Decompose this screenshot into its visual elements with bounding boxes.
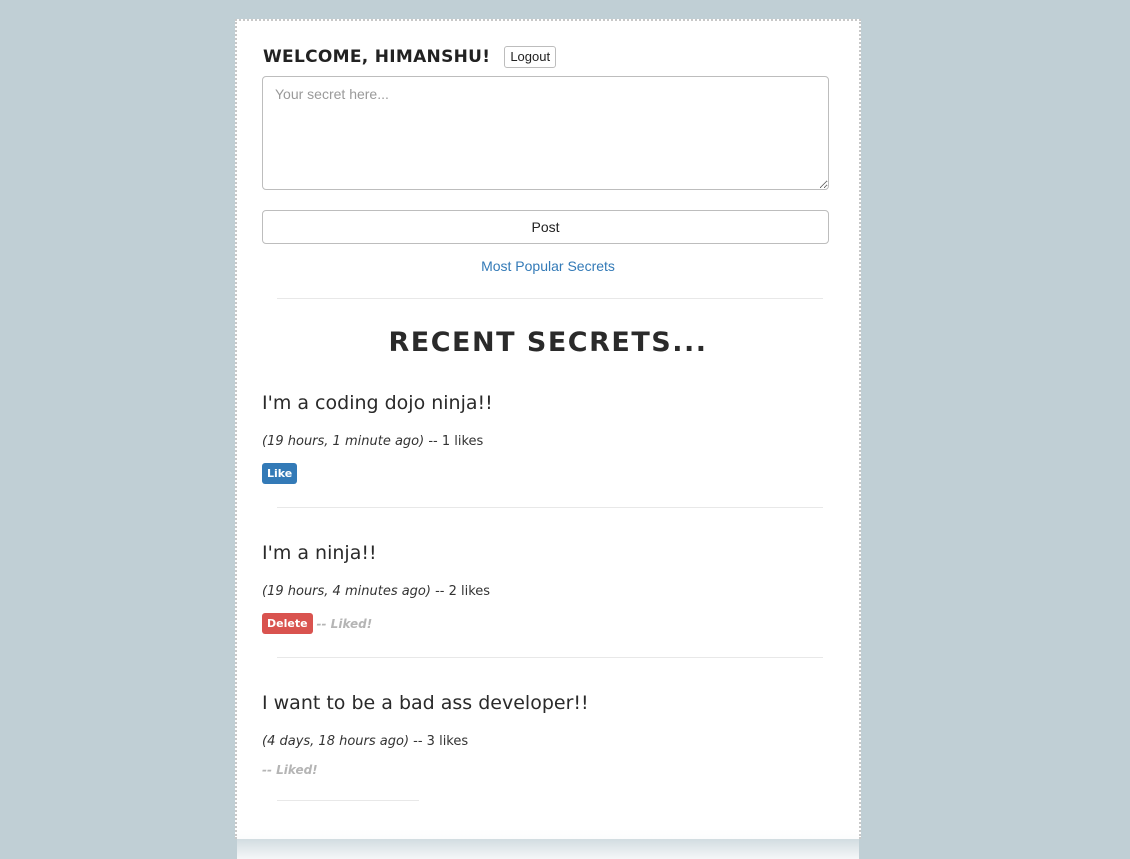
secret-timestamp: (19 hours, 4 minutes ago) xyxy=(262,584,431,599)
secret-actions: -- Liked! xyxy=(262,763,318,777)
secret-text: I'm a coding dojo ninja!! xyxy=(262,392,493,414)
secret-timestamp: (19 hours, 1 minute ago) xyxy=(262,434,425,449)
secret-likes: -- 2 likes xyxy=(430,584,491,599)
like-button[interactable]: Like xyxy=(262,463,298,484)
secret-actions: Like xyxy=(262,463,298,484)
secret-meta: (19 hours, 1 minute ago) -- 1 likes xyxy=(262,434,483,449)
secret-actions: Delete -- Liked! xyxy=(262,613,372,634)
recent-secrets-heading: RECENT SECRETS... xyxy=(388,327,708,358)
welcome-heading: WELCOME, HIMANSHU! xyxy=(263,47,491,67)
header: WELCOME, HIMANSHU! Logout xyxy=(263,46,557,68)
secret-text: I want to be a bad ass developer!! xyxy=(262,692,589,714)
secret-likes: -- 3 likes xyxy=(409,734,469,749)
divider xyxy=(277,800,419,801)
liked-indicator: -- Liked! xyxy=(262,763,318,777)
main-panel: WELCOME, HIMANSHU! Logout Post Most Popu… xyxy=(235,19,861,859)
secret-item: I'm a coding dojo ninja!! (19 hours, 1 m… xyxy=(262,392,832,484)
divider xyxy=(277,657,823,658)
secret-text: I'm a ninja!! xyxy=(262,542,377,564)
secret-item: I want to be a bad ass developer!! (4 da… xyxy=(262,692,832,777)
delete-button[interactable]: Delete xyxy=(262,613,313,634)
divider xyxy=(277,507,823,508)
secret-timestamp: (4 days, 18 hours ago) xyxy=(262,734,410,749)
secret-item: I'm a ninja!! (19 hours, 4 minutes ago) … xyxy=(262,542,832,634)
secret-meta: (19 hours, 4 minutes ago) -- 2 likes xyxy=(262,584,490,599)
secret-meta: (4 days, 18 hours ago) -- 3 likes xyxy=(262,734,468,749)
secret-input[interactable] xyxy=(262,76,829,190)
most-popular-link[interactable]: Most Popular Secrets xyxy=(237,258,859,274)
logout-button[interactable]: Logout xyxy=(504,46,557,68)
liked-indicator: -- Liked! xyxy=(316,616,373,631)
post-button[interactable]: Post xyxy=(262,210,829,244)
divider xyxy=(277,298,823,299)
secret-likes: -- 1 likes xyxy=(424,434,484,449)
bottom-fade xyxy=(237,829,859,859)
